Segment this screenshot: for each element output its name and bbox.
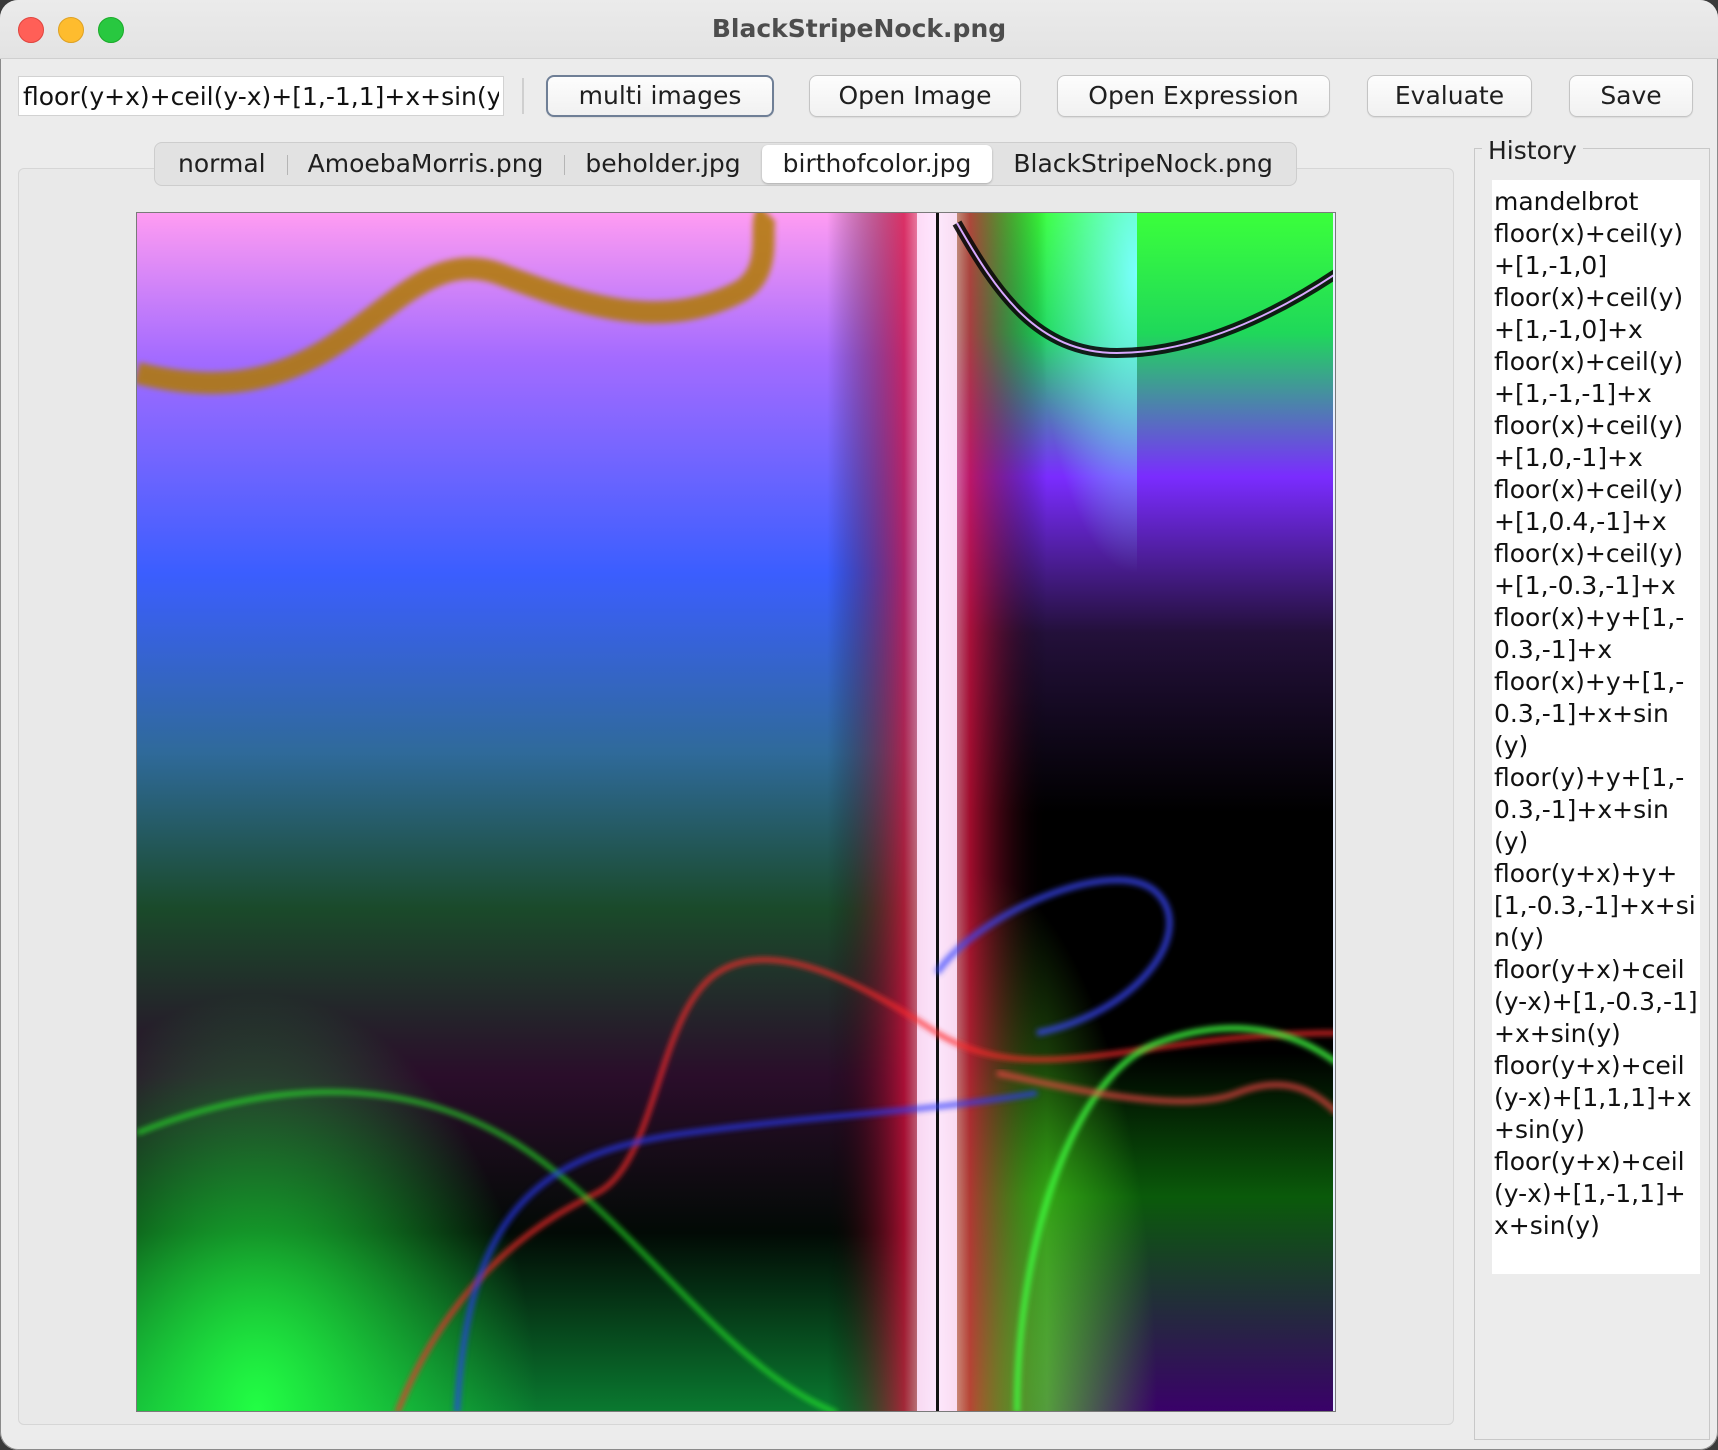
- save-button[interactable]: Save: [1569, 75, 1693, 117]
- tab-birthofcolor[interactable]: birthofcolor.jpg: [761, 145, 993, 183]
- evaluate-button[interactable]: Evaluate: [1367, 75, 1532, 117]
- toolbar-separator: [522, 78, 524, 114]
- title-bar: BlackStripeNock.png: [0, 0, 1718, 59]
- history-list[interactable]: mandelbrot floor(x)+ceil(y)+[1,-1,0] flo…: [1492, 180, 1700, 1274]
- history-item[interactable]: floor(x)+ceil(y)+[1,-1,-1]+x: [1492, 346, 1700, 410]
- app-window: BlackStripeNock.png multi images Open Im…: [0, 0, 1718, 1450]
- history-item[interactable]: floor(y+x)+ceil(y-x)+[1,-1,1]+x+sin(y): [1492, 1146, 1700, 1242]
- window-title: BlackStripeNock.png: [711, 14, 1007, 43]
- history-item[interactable]: floor(y+x)+y+[1,-0.3,-1]+x+sin(y): [1492, 858, 1700, 954]
- tab-normal[interactable]: normal: [157, 145, 287, 183]
- tab-beholder[interactable]: beholder.jpg: [564, 145, 761, 183]
- generated-image: [136, 212, 1336, 1412]
- history-item[interactable]: floor(x)+y+[1,-0.3,-1]+x: [1492, 602, 1700, 666]
- history-item[interactable]: floor(y+x)+ceil(y-x)+[1,-0.3,-1]+x+sin(y…: [1492, 954, 1700, 1050]
- multi-images-button[interactable]: multi images: [546, 75, 774, 117]
- history-item[interactable]: floor(x)+ceil(y)+[1,0.4,-1]+x: [1492, 474, 1700, 538]
- history-item[interactable]: floor(x)+ceil(y)+[1,0,-1]+x: [1492, 410, 1700, 474]
- tab-blackstripenock[interactable]: BlackStripeNock.png: [992, 145, 1294, 183]
- tab-amoebamorris[interactable]: AmoebaMorris.png: [286, 145, 565, 183]
- history-item[interactable]: floor(y+x)+ceil(y-x)+[1,1,1]+x+sin(y): [1492, 1050, 1700, 1146]
- open-image-button[interactable]: Open Image: [809, 75, 1021, 117]
- history-item[interactable]: floor(y)+y+[1,-0.3,-1]+x+sin(y): [1492, 762, 1700, 858]
- history-title: History: [1482, 136, 1583, 165]
- image-tab-strip: normal AmoebaMorris.png beholder.jpg bir…: [154, 142, 1297, 186]
- open-expression-button[interactable]: Open Expression: [1057, 75, 1330, 117]
- expression-input[interactable]: [18, 76, 504, 116]
- history-item[interactable]: floor(x)+ceil(y)+[1,-1,0]: [1492, 218, 1700, 282]
- history-item[interactable]: mandelbrot: [1492, 186, 1700, 218]
- generated-image-art: [137, 213, 1335, 1411]
- history-item[interactable]: floor(x)+ceil(y)+[1,-0.3,-1]+x: [1492, 538, 1700, 602]
- history-item[interactable]: floor(x)+ceil(y)+[1,-1,0]+x: [1492, 282, 1700, 346]
- history-item[interactable]: floor(x)+y+[1,-0.3,-1]+x+sin(y): [1492, 666, 1700, 762]
